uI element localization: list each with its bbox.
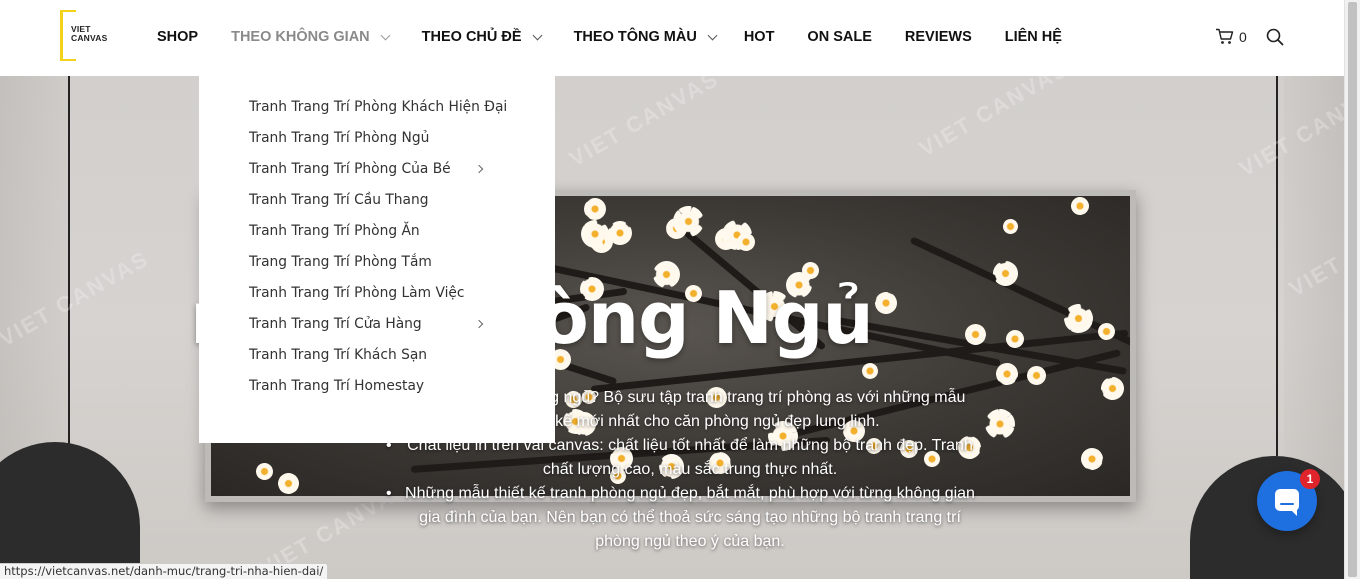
lamp-left <box>0 442 140 579</box>
dropdown-item[interactable]: Tranh Trang Trí Cầu Thang <box>199 189 555 220</box>
chat-notification-badge: 1 <box>1300 469 1320 489</box>
dropdown-item-label: Tranh Trang Trí Phòng Làm Việc <box>249 285 465 301</box>
watermark: VIET CANVAS <box>914 76 1074 162</box>
painting-flower <box>1097 373 1128 404</box>
page-scrollbar[interactable] <box>1344 0 1360 579</box>
nav-item-theo-khong-gian[interactable]: THEO KHÔNG GIAN <box>231 29 391 45</box>
cart-button[interactable]: 0 <box>1215 28 1247 45</box>
site-logo[interactable]: VIET CANVAS <box>60 10 110 61</box>
logo-bar <box>60 10 63 61</box>
nav-label: HOT <box>743 29 775 45</box>
dropdown-item-label: Tranh Trang Trí Phòng Ăn <box>249 223 420 239</box>
dropdown-item[interactable]: Tranh Trang Trí Phòng Ăn <box>199 220 555 251</box>
dropdown-item[interactable]: Tranh Trang Trí Khách Sạn <box>199 344 555 375</box>
chevron-right-icon <box>474 319 484 329</box>
chevron-down-icon <box>380 30 391 40</box>
dropdown-item-label: Trang Trang Trí Phòng Tắm <box>249 254 432 270</box>
main-nav: SHOP THEO KHÔNG GIAN THEO CHỦ ĐỀ THEO TÔ… <box>157 28 1095 46</box>
chat-icon <box>1275 489 1299 516</box>
nav-label: SHOP <box>157 29 199 45</box>
painting-flower <box>275 470 302 496</box>
lamp-wire-right <box>1276 76 1278 456</box>
dropdown-item-label: Tranh Trang Trí Khách Sạn <box>249 347 428 363</box>
nav-label: THEO CHỦ ĐỀ <box>421 29 522 45</box>
chevron-down-icon <box>707 30 718 40</box>
painting-flower <box>255 462 275 482</box>
chevron-right-icon <box>474 164 484 174</box>
nav-item-theo-tong-mau[interactable]: THEO TÔNG MÀU <box>573 29 718 45</box>
logo-text: VIET CANVAS <box>71 25 107 43</box>
nav-item-lien-he[interactable]: LIÊN HỆ <box>1005 29 1062 45</box>
hero-bullets: Chất liệu in trên vải canvas: chất liệu … <box>380 434 980 554</box>
scrollbar-thumb[interactable] <box>1348 2 1357 577</box>
nav-dropdown-theo-khong-gian: Tranh Trang Trí Phòng Khách Hiện Đại Tra… <box>199 54 555 443</box>
nav-label: THEO KHÔNG GIAN <box>231 29 370 45</box>
painting-flower <box>1001 217 1021 237</box>
logo-bar-top <box>60 10 76 12</box>
painting-flower <box>994 361 1020 387</box>
painting-flower <box>1067 196 1092 219</box>
dropdown-item[interactable]: Tranh Trang Trí Phòng Của Bé <box>199 158 555 189</box>
dropdown-item-label: Tranh Trang Trí Homestay <box>249 378 425 394</box>
nav-label: REVIEWS <box>904 29 972 45</box>
painting-flower <box>1077 444 1107 474</box>
logo-bar-bottom <box>60 59 76 61</box>
nav-label: ON SALE <box>807 29 872 45</box>
status-bar-url: https://vietcanvas.net/danh-muc/trang-tr… <box>0 563 329 579</box>
nav-item-theo-chu-de[interactable]: THEO CHỦ ĐỀ <box>421 29 543 45</box>
logo-line2: CANVAS <box>71 33 108 43</box>
nav-item-hot[interactable]: HOT <box>744 29 775 45</box>
painting-flower <box>860 361 879 380</box>
dropdown-item-label: Tranh Trang Trí Phòng Khách Hiện Đại <box>249 99 508 115</box>
nav-item-on-sale[interactable]: ON SALE <box>807 29 871 45</box>
chat-widget-button[interactable]: 1 <box>1257 469 1320 531</box>
dropdown-item[interactable]: Tranh Trang Trí Cửa Hàng <box>199 313 555 344</box>
dropdown-item-label: Tranh Trang Trí Cửa Hàng <box>249 316 422 332</box>
watermark: VIET CANVAS <box>564 76 724 172</box>
dropdown-item-label: Tranh Trang Trí Phòng Của Bé <box>249 161 451 177</box>
nav-label: LIÊN HỆ <box>1004 29 1062 45</box>
lamp-wire-left <box>68 76 70 456</box>
hero-bullet: Những mẫu thiết kế tranh phòng ngủ đẹp, … <box>380 482 980 554</box>
dropdown-item[interactable]: Tranh Trang Trí Phòng Khách Hiện Đại <box>199 96 555 127</box>
nav-label: THEO TÔNG MÀU <box>573 29 697 45</box>
search-button[interactable] <box>1266 28 1284 51</box>
dropdown-item-label: Tranh Trang Trí Phòng Ngủ <box>249 130 430 146</box>
dropdown-item-label: Tranh Trang Trí Cầu Thang <box>249 192 429 208</box>
dropdown-item[interactable]: Tranh Trang Trí Homestay <box>199 375 555 406</box>
dropdown-item[interactable]: Tranh Trang Trí Phòng Làm Việc <box>199 282 555 313</box>
search-icon <box>1266 28 1284 46</box>
dropdown-item[interactable]: Trang Trang Trí Phòng Tắm <box>199 251 555 282</box>
cart-icon <box>1216 28 1234 44</box>
nav-item-shop[interactable]: SHOP <box>157 29 198 45</box>
nav-item-reviews[interactable]: REVIEWS <box>905 29 972 45</box>
cart-count: 0 <box>1239 28 1247 45</box>
painting-flower <box>979 403 1021 445</box>
chevron-down-icon <box>532 30 543 40</box>
dropdown-item[interactable]: Tranh Trang Trí Phòng Ngủ <box>199 127 555 158</box>
